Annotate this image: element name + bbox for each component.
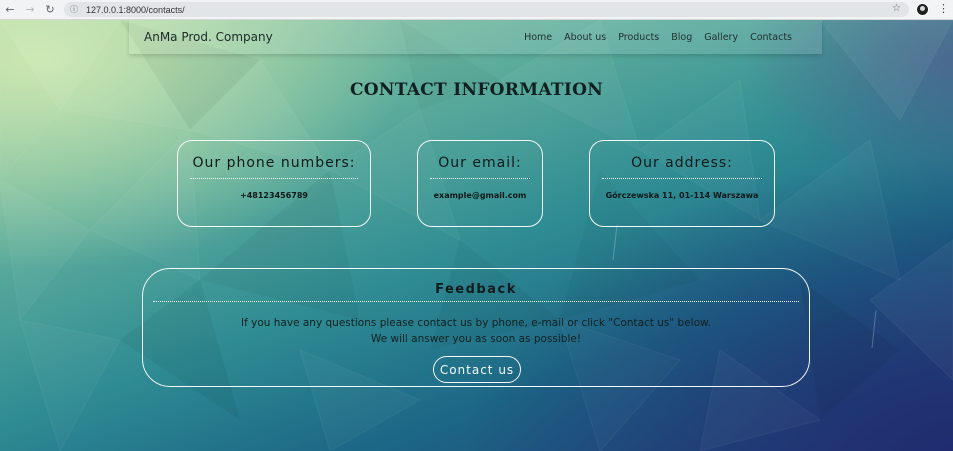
reload-icon[interactable]: ↻	[40, 0, 60, 20]
feedback-title: Feedback	[435, 282, 517, 297]
feedback-divider	[153, 301, 799, 302]
back-icon[interactable]: ←	[0, 0, 20, 20]
page-title: CONTACT INFORMATION	[349, 80, 604, 100]
nav-link-products[interactable]: Products	[618, 32, 659, 43]
nav-link-blog[interactable]: Blog	[671, 32, 692, 43]
email-card-divider	[430, 178, 530, 179]
address-bar[interactable]: ⓘ 127.0.0.1:8000/contacts/ ☆	[64, 2, 909, 17]
profile-avatar[interactable]	[916, 3, 929, 16]
nav-link-about[interactable]: About us	[564, 32, 606, 43]
nav-link-gallery[interactable]: Gallery	[704, 32, 738, 43]
browser-toolbar: ← → ↻ ⓘ 127.0.0.1:8000/contacts/ ☆ ⋮	[0, 0, 953, 20]
feedback-message: If you have any questions please contact…	[143, 315, 809, 347]
address-card-divider	[602, 178, 762, 179]
browser-menu-icon[interactable]: ⋮	[938, 2, 949, 15]
email-card: Our email: example@gmail.com	[417, 140, 543, 227]
feedback-line-1: If you have any questions please contact…	[241, 317, 711, 329]
site-navbar: AnMa Prod. Company Home About us Product…	[129, 20, 822, 54]
nav-link-home[interactable]: Home	[524, 32, 552, 43]
site-info-icon[interactable]: ⓘ	[70, 4, 80, 15]
feedback-line-2: We will answer you as soon as possible!	[370, 333, 582, 345]
contact-us-button[interactable]: Contact us	[433, 356, 521, 383]
phone-card: Our phone numbers: +48123456789	[177, 140, 371, 227]
site-brand[interactable]: AnMa Prod. Company	[144, 30, 273, 44]
page-viewport: AnMa Prod. Company Home About us Product…	[0, 20, 953, 451]
feedback-panel: Feedback If you have any questions pleas…	[142, 268, 810, 387]
email-address: example@gmail.com	[433, 191, 527, 200]
forward-icon[interactable]: →	[20, 0, 40, 20]
nav-link-contacts[interactable]: Contacts	[750, 32, 792, 43]
address-card: Our address: Górczewska 11, 01-114 Warsz…	[589, 140, 775, 227]
address-card-title: Our address:	[631, 155, 733, 171]
url-text: 127.0.0.1:8000/contacts/	[86, 4, 185, 15]
phone-card-divider	[190, 178, 358, 179]
phone-number: +48123456789	[240, 191, 308, 200]
bookmark-star-icon[interactable]: ☆	[892, 3, 901, 14]
email-card-title: Our email:	[438, 155, 522, 171]
nav-links: Home About us Products Blog Gallery Cont…	[524, 32, 792, 43]
phone-card-title: Our phone numbers:	[192, 155, 356, 171]
postal-address: Górczewska 11, 01-114 Warszawa	[605, 191, 759, 200]
